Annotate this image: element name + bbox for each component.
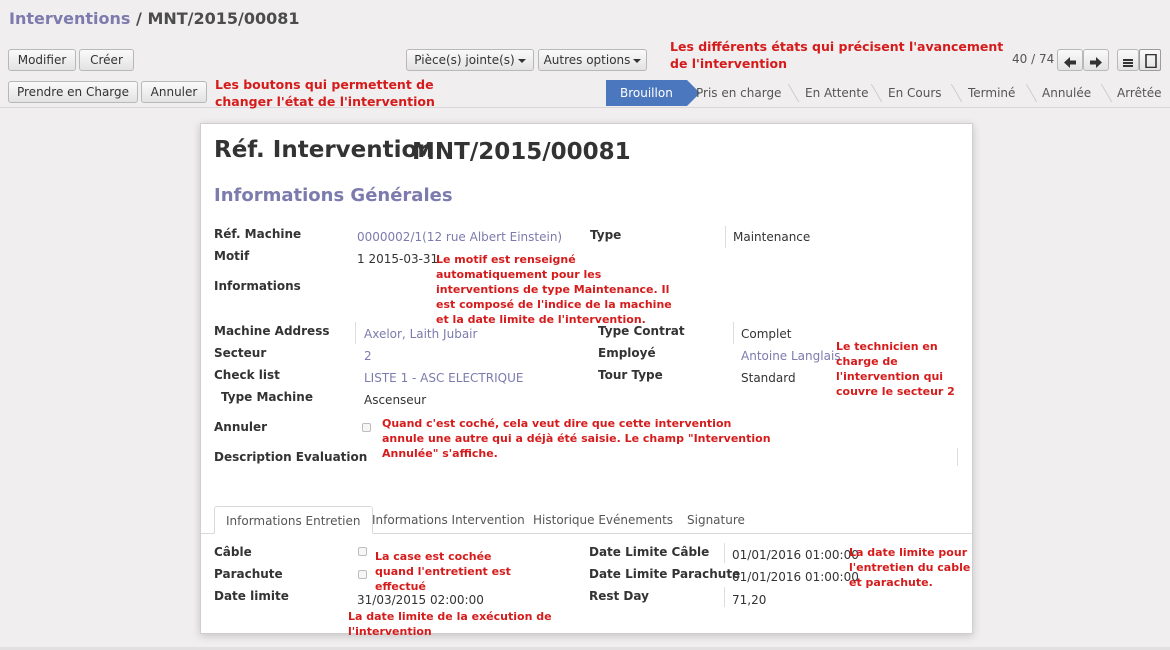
annotation-buttons: Les boutons qui permettent de changer l'… [215, 77, 435, 109]
field-divider [733, 322, 734, 344]
breadcrumb-parent-link[interactable]: Interventions [9, 9, 130, 28]
tab-informations-entretien[interactable]: Informations Entretien [214, 506, 373, 534]
description-label: Description Evaluation [214, 450, 368, 464]
pager-value: 40 / 74 [1012, 52, 1055, 66]
stage-en-attente[interactable]: En Attente [805, 80, 869, 106]
annotation-motif: Le motif est renseigné automatiquement p… [436, 253, 672, 326]
take-charge-button[interactable]: Prendre en Charge [8, 81, 138, 103]
field-divider [725, 226, 726, 248]
list-icon [1123, 59, 1133, 67]
breadcrumb-current: MNT/2015/00081 [147, 9, 300, 28]
annotation-technician: Le technicien en charge de l'interventio… [836, 340, 955, 398]
field-divider [355, 322, 356, 344]
stage-en-cours[interactable]: En Cours [888, 80, 942, 106]
pager-previous-button[interactable] [1057, 49, 1083, 71]
annotation-cancel: Quand c'est coché, cela veut dire que ce… [382, 417, 771, 460]
type-machine-value: Ascenseur [364, 393, 427, 407]
field-divider [724, 587, 725, 607]
stage-arretee[interactable]: Arrêtée [1117, 80, 1161, 106]
attachments-label: Pièce(s) jointe(s) [414, 53, 515, 67]
date-cable-value: 01/01/2016 01:00:00 [732, 548, 859, 562]
date-parachute-value: 01/01/2016 01:00:00 [732, 570, 859, 584]
check-list-link[interactable]: LISTE 1 - ASC ELECTRIQUE [364, 371, 523, 385]
employe-label: Employé [598, 346, 656, 360]
annotation-limit-dates: La date limite pour l'entretien du cable… [849, 546, 971, 589]
breadcrumb-separator: / [130, 9, 148, 28]
create-button[interactable]: Créer [79, 49, 134, 71]
stage-separator [943, 84, 963, 102]
tour-type-value: Standard [741, 371, 796, 385]
secteur-link[interactable]: 2 [364, 349, 372, 363]
stage-annulee[interactable]: Annulée [1042, 80, 1091, 106]
parachute-label: Parachute [214, 567, 283, 581]
list-view-button[interactable] [1117, 49, 1139, 71]
stage-pris-en-charge[interactable]: Pris en charge [696, 80, 781, 106]
rest-day-label: Rest Day [589, 589, 649, 603]
annotation-checkbox: La case est cochée quand l'entretient es… [375, 550, 511, 593]
date-parachute-label: Date Limite Parachute [589, 567, 741, 581]
more-options-label: Autres options [543, 53, 631, 67]
form-view-icon [1145, 53, 1157, 69]
annotation-exec-date: La date limite de la exécution de l'inte… [348, 610, 552, 638]
motif-value: 1 2015-03-31 [357, 252, 439, 266]
motif-label: Motif [214, 249, 250, 263]
type-contrat-label: Type Contrat [598, 324, 685, 338]
arrow-left-icon [1064, 57, 1076, 68]
caret-down-icon [517, 58, 526, 63]
field-divider [724, 543, 725, 563]
type-contrat-value: Complet [741, 327, 792, 341]
annotation-states: Les différents états qui précisent l'ava… [670, 39, 1004, 71]
tab-signature[interactable]: Signature [687, 506, 745, 534]
more-options-dropdown[interactable]: Autres options [538, 49, 647, 71]
attachments-dropdown[interactable]: Pièce(s) jointe(s) [406, 49, 534, 71]
check-list-label: Check list [214, 368, 280, 382]
pager-next-button[interactable] [1083, 49, 1109, 71]
machine-address-label: Machine Address [214, 324, 330, 338]
status-bar: Brouillon Pris en charge En Attente En C… [606, 80, 1170, 106]
parachute-checkbox[interactable] [358, 570, 367, 579]
stage-separator [780, 84, 800, 102]
cable-label: Câble [214, 545, 252, 559]
machine-address-link[interactable]: Axelor, Laith Jubair [364, 327, 477, 341]
caret-down-icon [633, 58, 642, 63]
stage-separator [1093, 84, 1113, 102]
form-title-label: Réf. Intervention [214, 137, 434, 163]
rest-day-value: 71,20 [732, 593, 767, 607]
type-value: Maintenance [733, 230, 811, 244]
arrow-right-icon [1090, 57, 1102, 68]
secteur-label: Secteur [214, 346, 267, 360]
ref-machine-label: Réf. Machine [214, 227, 302, 241]
cancel-intervention-button[interactable]: Annuler [141, 81, 207, 103]
ref-machine-link[interactable]: 0000002/1(12 rue Albert Einstein) [357, 230, 562, 244]
stage-brouillon[interactable]: Brouillon [606, 80, 700, 106]
annuler-checkbox[interactable] [362, 423, 371, 432]
stage-separator [1018, 84, 1038, 102]
informations-label: Informations [214, 279, 301, 293]
edit-button[interactable]: Modifier [8, 49, 76, 71]
date-limite-value: 31/03/2015 02:00:00 [357, 593, 484, 607]
breadcrumb: Interventions / MNT/2015/00081 [9, 9, 300, 28]
tour-type-label: Tour Type [598, 368, 663, 382]
tab-historique-evenements[interactable]: Historique Evénements [533, 506, 673, 534]
type-machine-label: Type Machine [221, 390, 313, 404]
stage-termine[interactable]: Terminé [968, 80, 1015, 106]
field-divider [957, 448, 958, 466]
annuler-label: Annuler [214, 420, 268, 434]
form-reference: MNT/2015/00081 [412, 139, 631, 165]
type-label: Type [590, 228, 622, 242]
date-limite-label: Date limite [214, 589, 289, 603]
date-cable-label: Date Limite Câble [589, 545, 710, 559]
cable-checkbox[interactable] [358, 547, 367, 556]
employe-link[interactable]: Antoine Langlais [741, 349, 841, 363]
section-title: Informations Générales [214, 185, 453, 206]
tab-informations-intervention[interactable]: Informations Intervention [372, 506, 525, 534]
form-view-button[interactable] [1139, 49, 1161, 71]
